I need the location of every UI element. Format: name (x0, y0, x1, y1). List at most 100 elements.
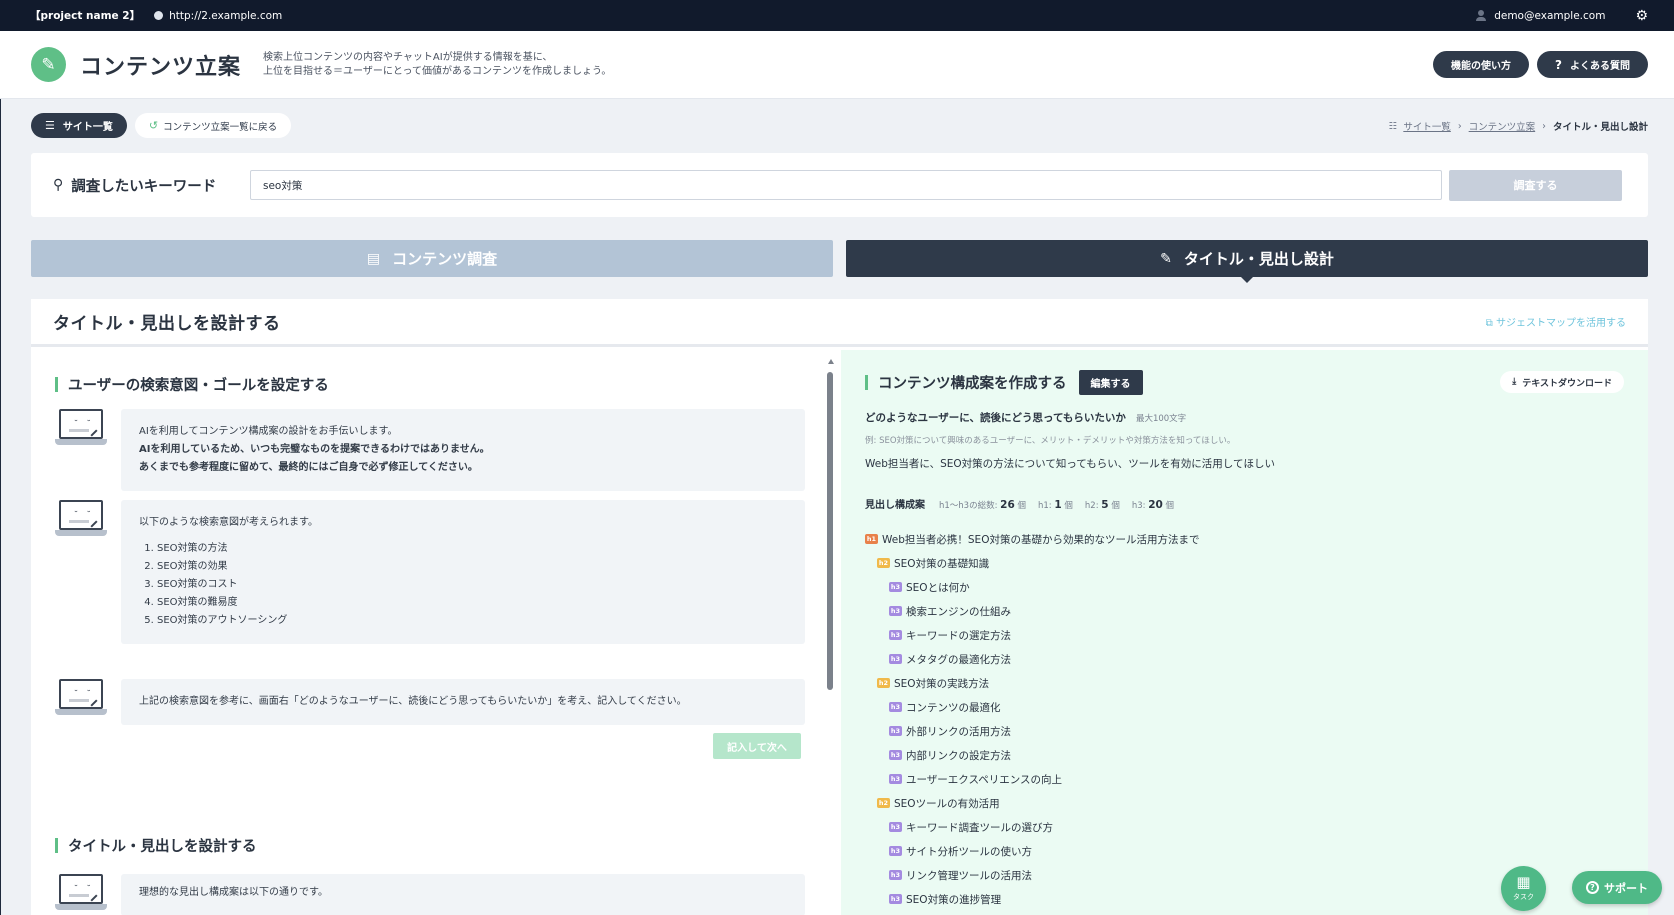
back-to-list-button[interactable]: ↺ コンテンツ立案一覧に戻る (134, 113, 292, 138)
list-icon: ☰ (45, 119, 55, 132)
outline-item-h1[interactable]: h1 Web担当者必携！SEO対策の基礎から効果的なツール活用方法まで (865, 527, 1199, 551)
intent-item: SEO対策の効果 (157, 558, 787, 576)
outline-item-text: キーワード調査ツールの選び方 (906, 821, 1053, 834)
back-icon: ↺ (148, 119, 159, 132)
face-eyes: ˘ ˘ (74, 419, 94, 428)
edit-button[interactable]: 編集する (1078, 370, 1143, 395)
heading-level-icon: h3 (889, 582, 902, 592)
help-icon: ? (1586, 881, 1599, 894)
breadcrumb-icon: ☷ (1388, 120, 1398, 132)
outline-item-text: SEO対策の実践方法 (894, 677, 990, 690)
document-icon: ▤ (366, 250, 381, 267)
bubble-text: 以下のような検索意図が考えられます。 (139, 517, 318, 528)
breadcrumb-separator: › (1542, 120, 1546, 132)
keyword-label: ⚲ 調査したいキーワード (53, 175, 250, 196)
outline-item-text: サイト分析ツールの使い方 (906, 845, 1032, 858)
outline-item-h3[interactable]: h3 外部リンクの活用方法 (865, 719, 1199, 743)
ai-bubble-outline: 理想的な見出し構成案は以下の通りです。 (121, 874, 805, 915)
project-name[interactable]: 【project name 2】 (30, 8, 140, 23)
outline-item-h3[interactable]: h3 内部リンクの設定方法 (865, 743, 1199, 767)
suggest-map-link[interactable]: ⧉ サジェストマップを活用する (1486, 314, 1626, 329)
page-description: 検索上位コンテンツの内容やチャットAIが提供する情報を基に、 上位を目指せる＝ユ… (263, 51, 611, 79)
heading-level-icon: h3 (889, 846, 902, 856)
outline-item-h2[interactable]: h2 SEOツールの有効活用 (865, 791, 1199, 815)
heading-level-icon: h1 (865, 534, 878, 544)
back-label: コンテンツ立案一覧に戻る (163, 121, 278, 133)
intent-item: SEO対策の方法 (157, 540, 787, 558)
fill-next-button[interactable]: 記入して次へ (713, 733, 801, 759)
breadcrumb-sites[interactable]: サイト一覧 (1403, 119, 1451, 133)
section-accent-bar (865, 375, 868, 390)
howto-button[interactable]: 機能の使い方 (1433, 51, 1530, 78)
count-unit: 個 (1111, 501, 1120, 511)
ai-bubble-intro: AIを利用してコンテンツ構成案の設計をお手伝いします。 AIを利用しているため、… (121, 409, 805, 491)
question-example: 例: SEO対策について興味のあるユーザーに、メリット・デメリットや対策方法を知… (865, 436, 1236, 446)
breadcrumb-separator: › (1457, 120, 1462, 132)
outline-item-h3[interactable]: h3 SEOとは何か (865, 575, 1199, 599)
heading-level-icon: h2 (877, 798, 890, 808)
h1-count-value: 1 (1054, 499, 1062, 511)
task-button[interactable]: ▦ タスク (1501, 866, 1546, 911)
outline-item-h2[interactable]: h2 SEO対策の実践方法 (865, 671, 1199, 695)
outline-item-h3[interactable]: h3 SEO対策の進捗管理 (865, 887, 1199, 911)
breadcrumb: ☷ サイト一覧 › コンテンツ立案 › タイトル・見出し設計 (1388, 119, 1648, 134)
chat-column[interactable]: ユーザーの検索意図・ゴールを設定する ˘ ˘ AIを利用してコンテンツ構成案の設… (31, 350, 834, 915)
outline-item-h3[interactable]: h3 メタタグの最適化方法 (865, 647, 1199, 671)
count-unit: 個 (1064, 501, 1073, 511)
outline-item-h3[interactable]: h3 サイト分析ツールの使い方 (865, 839, 1199, 863)
download-icon: ⤓ (1512, 377, 1517, 387)
heading-level-icon: h3 (889, 630, 902, 640)
breadcrumb-content-plan[interactable]: コンテンツ立案 (1469, 119, 1536, 133)
text-download-button[interactable]: ⤓ テキストダウンロード (1500, 371, 1624, 393)
outline-item-h3[interactable]: h3 ユーザーエクスペリエンスの向上 (865, 767, 1199, 791)
tab-title-design[interactable]: ✎ タイトル・見出し設計 (846, 240, 1648, 283)
total-count: h1〜h3の総数: 26 個 (939, 499, 1026, 511)
search-icon: ⚲ (53, 177, 64, 193)
h1-count-label: h1: (1038, 501, 1052, 511)
tab-research-label: コンテンツ調査 (392, 250, 498, 268)
faq-button[interactable]: ? よくある質問 (1537, 51, 1648, 78)
section-goal-title-text: ユーザーの検索意図・ゴールを設定する (68, 378, 329, 394)
edit-icon: ✎ (1160, 250, 1172, 267)
outline-item-h2[interactable]: h2 SEO対策の基礎知識 (865, 551, 1199, 575)
h1-count: h1: 1 個 (1038, 499, 1073, 511)
outline-summary: 見出し構成案 h1〜h3の総数: 26 個 h1: 1 個 h2: 5 個 h3… (865, 496, 1186, 511)
faq-label: よくある質問 (1570, 61, 1630, 72)
section-accent-bar (55, 377, 58, 392)
user-email[interactable]: demo@example.com (1494, 10, 1605, 22)
research-button[interactable]: 調査する (1449, 169, 1622, 201)
suggest-icon: ⧉ (1485, 318, 1493, 329)
scroll-up-arrow[interactable] (828, 359, 834, 364)
support-button[interactable]: ? サポート (1572, 871, 1662, 904)
keyword-label-text: 調査したいキーワード (71, 178, 217, 195)
suggest-link-label: サジェストマップを活用する (1496, 318, 1626, 329)
ai-laptop-icon: ˘ ˘ (55, 500, 107, 540)
question-icon: ? (1555, 57, 1562, 72)
description-line-2: 上位を目指せる＝ユーザーにとって価値があるコンテンツを作成しましょう。 (263, 65, 612, 77)
site-url[interactable]: http://2.example.com (169, 10, 282, 22)
outline-column: コンテンツ構成案を作成する 編集する ⤓ テキストダウンロード どのようなユーザーに… (841, 350, 1648, 915)
keyword-input[interactable] (250, 170, 1442, 200)
heading-level-icon: h3 (889, 606, 902, 616)
intent-item: SEO対策の難易度 (157, 594, 787, 612)
site-list-button[interactable]: ☰ サイト一覧 (31, 113, 127, 138)
outline-item-h3[interactable]: h3 キーワード調査ツールの選び方 (865, 815, 1199, 839)
gear-icon[interactable]: ⚙ (1635, 8, 1648, 24)
outline-item-h3[interactable]: h3 検索エンジンの仕組み (865, 599, 1199, 623)
outline-item-h3[interactable]: h3 キーワードの選定方法 (865, 623, 1199, 647)
outline-item-h3[interactable]: h3 リンク管理ツールの活用法 (865, 863, 1199, 887)
outline-item-text: メタタグの最適化方法 (906, 653, 1011, 666)
ai-laptop-icon: ˘ ˘ (55, 874, 107, 914)
breadcrumb-current: タイトル・見出し設計 (1552, 122, 1648, 133)
heading-level-icon: h2 (877, 678, 890, 688)
tab-content-research[interactable]: ▤ コンテンツ調査 (31, 240, 833, 277)
panel-header: タイトル・見出しを設計する ⧉ サジェストマップを活用する (31, 299, 1648, 347)
question-text: どのようなユーザーに、読後にどう思ってもらいたいか (865, 412, 1126, 424)
outline-item-text: SEO対策の進捗管理 (906, 893, 1002, 906)
target-answer[interactable]: Web担当者に、SEO対策の方法について知ってもらい、ツールを有効に活用してほし… (865, 456, 1275, 471)
face-eyes: ˘ ˘ (74, 510, 94, 519)
section-design-title-text: タイトル・見出しを設計する (68, 839, 257, 855)
section-outline-title: コンテンツ構成案を作成する 編集する (865, 370, 1143, 395)
outline-item-h3[interactable]: h3 コンテンツの最適化 (865, 695, 1199, 719)
site-list-label: サイト一覧 (62, 122, 113, 133)
